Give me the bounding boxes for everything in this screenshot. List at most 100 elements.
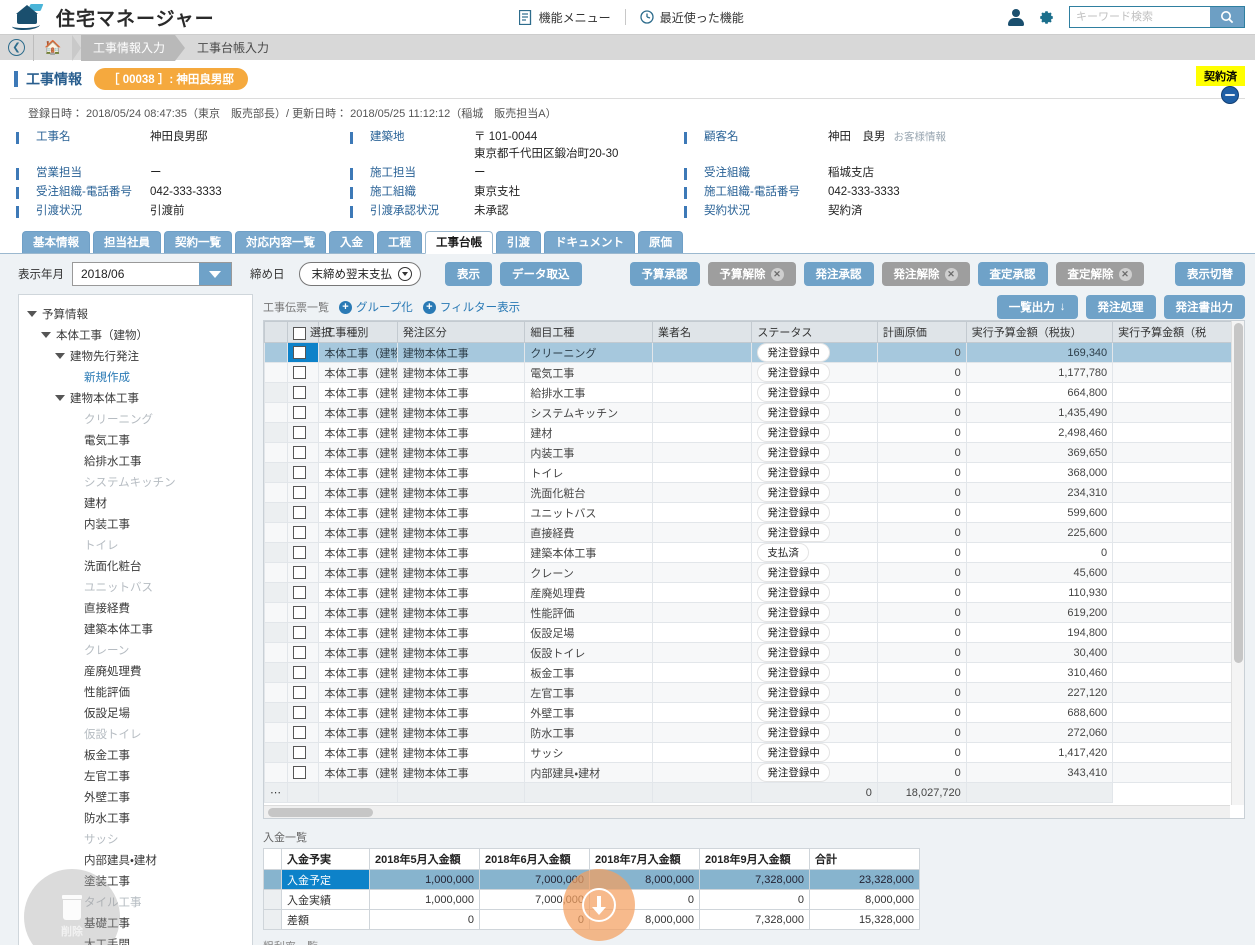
- table-row[interactable]: 本体工事（建物）建物本体工事トイレ 発注登録中 0368,000: [264, 462, 1244, 483]
- row-checkbox[interactable]: [293, 706, 306, 719]
- tree-item-3[interactable]: 新規作成: [19, 366, 252, 387]
- close-icon[interactable]: ✕: [944, 267, 958, 281]
- row-select-cell[interactable]: [286, 382, 320, 403]
- tree-item-22[interactable]: 左官工事: [19, 765, 252, 786]
- row-select-cell[interactable]: [286, 722, 320, 743]
- breadcrumb-item-0[interactable]: 工事情報入力: [81, 34, 176, 61]
- tab-1[interactable]: 担当社員: [93, 231, 161, 253]
- row-handle[interactable]: [264, 522, 288, 543]
- user-icon[interactable]: [1008, 8, 1024, 26]
- tab-5[interactable]: 工程: [377, 231, 422, 253]
- column-header-3[interactable]: 細目工種: [524, 321, 653, 343]
- column-header-0[interactable]: 選択: [286, 321, 332, 343]
- row-select-cell[interactable]: [286, 362, 320, 383]
- table-row[interactable]: 本体工事（建物）建物本体工事性能評価 発注登録中 0619,200: [264, 602, 1244, 623]
- breadcrumb-item-1[interactable]: 工事台帳入力: [185, 35, 279, 61]
- row-select-cell[interactable]: [286, 462, 320, 483]
- tab-6[interactable]: 工事台帳: [425, 231, 493, 254]
- table-row[interactable]: 本体工事（建物）建物本体工事クレーン 発注登録中 045,600: [264, 562, 1244, 583]
- tree-item-26[interactable]: 内部建具・建材: [19, 849, 252, 870]
- row-checkbox[interactable]: [293, 746, 306, 759]
- table-row[interactable]: 本体工事（建物）建物本体工事電気工事 発注登録中 01,177,780: [264, 362, 1244, 383]
- tree-item-14[interactable]: 直接経費: [19, 597, 252, 618]
- column-header-4[interactable]: 業者名: [651, 321, 753, 343]
- row-handle[interactable]: [264, 502, 288, 523]
- row-select-cell[interactable]: [286, 502, 320, 523]
- table-row[interactable]: 本体工事（建物）建物本体工事建材 発注登録中 02,498,460: [264, 422, 1244, 443]
- row-handle[interactable]: [264, 482, 288, 503]
- assessment-release-button[interactable]: 査定解除 ✕: [1055, 262, 1144, 286]
- tree-item-20[interactable]: 仮設トイレ: [19, 723, 252, 744]
- row-handle[interactable]: [264, 762, 288, 783]
- tree-item-2[interactable]: 建物先行発注: [19, 345, 252, 366]
- import-data-button[interactable]: データ取込: [500, 262, 582, 286]
- table-row[interactable]: 本体工事（建物）建物本体工事内装工事 発注登録中 0369,650: [264, 442, 1244, 463]
- tree-item-16[interactable]: クレーン: [19, 639, 252, 660]
- tree-item-5[interactable]: クリーニング: [19, 408, 252, 429]
- horizontal-scrollbar[interactable]: [264, 805, 1230, 818]
- row-checkbox[interactable]: [293, 446, 306, 459]
- search-button[interactable]: [1210, 7, 1244, 27]
- budget-release-button[interactable]: 予算解除 ✕: [707, 262, 796, 286]
- row-handle[interactable]: [264, 702, 288, 723]
- row-select-cell[interactable]: [286, 562, 320, 583]
- tree-item-13[interactable]: ユニットバス: [19, 576, 252, 597]
- row-checkbox[interactable]: [293, 686, 306, 699]
- row-select-cell[interactable]: [286, 662, 320, 683]
- assessment-approve-button[interactable]: 査定承認: [977, 262, 1048, 286]
- tree-item-7[interactable]: 給排水工事: [19, 450, 252, 471]
- close-icon[interactable]: ✕: [1118, 267, 1132, 281]
- row-select-cell[interactable]: [286, 402, 320, 423]
- row-checkbox[interactable]: [293, 406, 306, 419]
- tab-9[interactable]: 原価: [638, 231, 683, 253]
- row-handle[interactable]: [264, 382, 288, 403]
- payment-row-handle[interactable]: [263, 889, 282, 910]
- table-row[interactable]: 本体工事（建物）建物本体工事外壁工事 発注登録中 0688,600: [264, 702, 1244, 723]
- row-select-cell[interactable]: [286, 442, 320, 463]
- row-handle[interactable]: [264, 582, 288, 603]
- table-row[interactable]: 本体工事（建物）建物本体工事防水工事 発注登録中 0272,060: [264, 722, 1244, 743]
- table-row[interactable]: 本体工事（建物）建物本体工事産廃処理費 発注登録中 0110,930: [264, 582, 1244, 603]
- order-doc-button[interactable]: 発注書出力: [1163, 295, 1245, 319]
- chevron-down-icon[interactable]: [55, 352, 65, 359]
- table-row[interactable]: 本体工事（建物）建物本体工事仮設トイレ 発注登録中 030,400: [264, 642, 1244, 663]
- table-row[interactable]: 本体工事（建物）建物本体工事左官工事 発注登録中 0227,120: [264, 682, 1244, 703]
- tree-item-11[interactable]: トイレ: [19, 534, 252, 555]
- row-checkbox[interactable]: [293, 526, 306, 539]
- filter-link[interactable]: + フィルター表示: [422, 299, 520, 315]
- row-checkbox[interactable]: [293, 766, 306, 779]
- table-row[interactable]: 本体工事（建物）建物本体工事洗面化粧台 発注登録中 0234,310: [264, 482, 1244, 503]
- gear-icon[interactable]: [1038, 9, 1055, 26]
- row-select-cell[interactable]: [286, 742, 320, 763]
- row-select-cell[interactable]: [286, 422, 320, 443]
- tree-item-4[interactable]: 建物本体工事: [19, 387, 252, 408]
- tree-item-9[interactable]: 建材: [19, 492, 252, 513]
- order-process-button[interactable]: 発注処理: [1085, 295, 1156, 319]
- tree-item-25[interactable]: サッシ: [19, 828, 252, 849]
- payment-row-handle[interactable]: [263, 869, 282, 890]
- tree-item-21[interactable]: 板金工事: [19, 744, 252, 765]
- table-row[interactable]: 本体工事（建物）建物本体工事ユニットバス 発注登録中 0599,600: [264, 502, 1244, 523]
- row-handle[interactable]: [264, 462, 288, 483]
- row-handle[interactable]: [264, 562, 288, 583]
- table-row[interactable]: 本体工事（建物）建物本体工事仮設足場 発注登録中 0194,800: [264, 622, 1244, 643]
- function-menu-button[interactable]: 機能メニュー: [505, 9, 625, 26]
- chevron-down-icon[interactable]: [27, 310, 37, 317]
- select-all-checkbox[interactable]: [293, 326, 306, 340]
- row-handle[interactable]: [264, 422, 288, 443]
- column-header-5[interactable]: ステータス: [751, 321, 878, 343]
- chevron-down-icon[interactable]: [199, 263, 231, 285]
- budget-approve-button[interactable]: 予算承認: [629, 262, 700, 286]
- row-select-cell[interactable]: [286, 622, 320, 643]
- row-select-cell[interactable]: [286, 602, 320, 623]
- row-select-cell[interactable]: [286, 522, 320, 543]
- column-header-2[interactable]: 発注区分: [396, 321, 526, 343]
- row-checkbox[interactable]: [293, 426, 306, 439]
- tab-3[interactable]: 対応内容一覧: [235, 231, 326, 253]
- row-handle[interactable]: [264, 402, 288, 423]
- row-select-cell[interactable]: [286, 702, 320, 723]
- column-header-1[interactable]: 工事種別: [318, 321, 398, 343]
- tree-item-17[interactable]: 産廃処理費: [19, 660, 252, 681]
- group-by-link[interactable]: + グループ化: [339, 299, 413, 315]
- column-header-6[interactable]: 計画原価: [876, 321, 967, 343]
